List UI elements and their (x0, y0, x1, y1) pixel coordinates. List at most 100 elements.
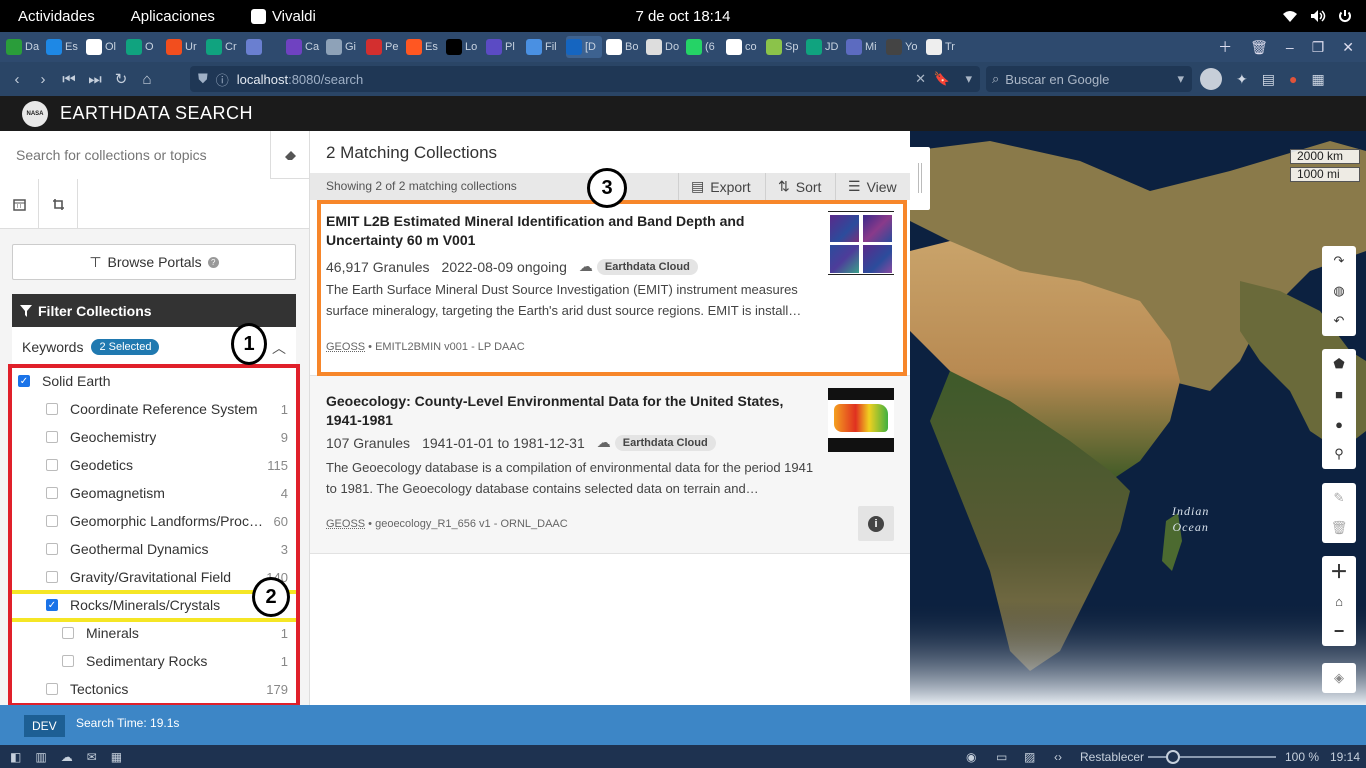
sort-button[interactable]: ⇅ Sort (765, 173, 833, 200)
browser-tab[interactable]: Es (406, 36, 442, 58)
fastforward-button[interactable]: ⏭ (82, 71, 108, 88)
web-search-placeholder: Buscar en Google (1005, 71, 1110, 87)
collection-info-button[interactable]: i (858, 506, 894, 541)
map-layers-button[interactable]: ◈ (1322, 663, 1356, 693)
browser-tab[interactable]: O (126, 36, 162, 58)
browser-tab[interactable]: [D (566, 36, 602, 58)
translate-icon[interactable]: ✕ (915, 71, 926, 87)
browser-tab[interactable]: Gi (326, 36, 362, 58)
active-app-menu[interactable]: Vivaldi (233, 8, 334, 25)
home-button[interactable]: ⌂ (134, 71, 160, 88)
panel-toggle-icon[interactable]: ◧ (10, 750, 21, 764)
map-pin-icon[interactable]: ⚲ (1322, 439, 1356, 469)
web-search-field[interactable]: ⌕ Buscar en Google ▾ (986, 66, 1192, 92)
tab-label: co (745, 41, 757, 53)
browser-tab[interactable]: Pl (486, 36, 522, 58)
trash-icon[interactable]: 🗑 (1322, 513, 1356, 543)
zoom-out-button[interactable]: − (1322, 616, 1356, 646)
view-button[interactable]: ☰ View (835, 173, 910, 200)
zoom-slider-handle[interactable] (1166, 750, 1180, 764)
minimize-button[interactable]: – (1286, 39, 1294, 55)
app-brand[interactable]: EARTHDATA SEARCH (60, 103, 253, 124)
puzzle-icon[interactable]: ▦ (1311, 71, 1324, 88)
maximize-button[interactable]: ❐ (1312, 39, 1325, 56)
browser-tab[interactable]: Lo (446, 36, 482, 58)
spatial-filter-button[interactable] (39, 179, 78, 229)
url-bar[interactable]: ⛊ ⓘ localhost:8080/search ✕ 🔖 ▾ (190, 66, 980, 92)
help-icon[interactable]: ? (207, 256, 219, 268)
collection-title[interactable]: Geoecology: County-Level Environmental D… (326, 392, 786, 430)
rectangle-icon[interactable]: ■ (1322, 379, 1356, 409)
record-icon[interactable]: ● (1289, 71, 1297, 87)
browser-tab[interactable]: Do (646, 36, 682, 58)
collection-search-input[interactable] (0, 131, 270, 179)
extension-icon[interactable]: ✦ (1236, 71, 1248, 88)
browser-tab[interactable]: Ol (86, 36, 122, 58)
arctic-projection-icon[interactable]: ↷ (1322, 246, 1356, 276)
browser-tab[interactable]: Es (46, 36, 82, 58)
clipboard-icon[interactable]: ▤ (1262, 71, 1275, 88)
image-icon[interactable]: ▨ (1024, 750, 1035, 764)
clear-search-button[interactable] (270, 131, 309, 179)
browser-tab[interactable]: (6 (686, 36, 722, 58)
browser-tab[interactable]: JD (806, 36, 842, 58)
vivaldi-icon (250, 8, 266, 24)
nasa-logo[interactable]: NASA (22, 100, 48, 127)
chevron-up-icon[interactable]: ︿ (272, 338, 286, 358)
system-tray[interactable] (1282, 0, 1352, 32)
trash-icon[interactable]: 🗑 (1250, 39, 1268, 56)
polygon-icon[interactable]: ⬟ (1322, 349, 1356, 379)
map[interactable]: 2000 km 1000 mi ↷ ◍ ↶ ⬟ ■ ● ⚲ ✎ 🗑 ＋ ⌂ − … (910, 131, 1366, 705)
antarctic-projection-icon[interactable]: ↶ (1322, 306, 1356, 336)
edit-icon[interactable]: ✎ (1322, 483, 1356, 513)
globe-icon[interactable]: ◍ (1322, 276, 1356, 306)
browser-tab[interactable]: Yo (886, 36, 922, 58)
mail-icon[interactable]: ✉ (87, 750, 97, 764)
applications-menu[interactable]: Aplicaciones (113, 8, 233, 25)
profile-avatar[interactable] (1200, 68, 1222, 90)
camera-icon[interactable]: ◉ (966, 750, 976, 764)
close-window-button[interactable]: ✕ (1342, 39, 1354, 56)
panel-resize-handle[interactable] (910, 147, 930, 210)
map-zoom-tools: ＋ ⌂ − (1322, 556, 1356, 646)
sync-icon[interactable]: ☁ (61, 750, 73, 764)
circle-icon[interactable]: ● (1322, 409, 1356, 439)
rewind-button[interactable]: ⏮ (56, 71, 82, 88)
browser-tab[interactable]: Bo (606, 36, 642, 58)
browser-tab[interactable]: Mi (846, 36, 882, 58)
home-icon[interactable]: ⌂ (1322, 586, 1356, 616)
browser-tab[interactable]: Da (6, 36, 42, 58)
browser-tab[interactable]: Fil (526, 36, 562, 58)
reload-button[interactable]: ↻ (108, 70, 134, 88)
activities-button[interactable]: Actividades (0, 8, 113, 25)
add-tab-button[interactable]: ＋ (1218, 37, 1232, 57)
browser-tab[interactable]: Ur (166, 36, 202, 58)
calendar-icon[interactable]: ▦ (111, 750, 122, 764)
browser-tab[interactable]: Sp (766, 36, 802, 58)
browser-tab[interactable]: Tr (926, 36, 962, 58)
browser-tab[interactable]: Pe (366, 36, 402, 58)
browse-portals-button[interactable]: ⊤ Browse Portals ? (12, 244, 296, 280)
zoom-in-button[interactable]: ＋ (1322, 556, 1356, 586)
forward-button[interactable]: › (30, 71, 56, 88)
tab-favicon-icon (406, 39, 422, 55)
sitemap-icon: ⊤ (89, 253, 102, 270)
zoom-slider[interactable] (1148, 750, 1276, 764)
chevron-down-icon[interactable]: ▾ (1177, 71, 1184, 87)
collection-result-card[interactable]: Geoecology: County-Level Environmental D… (310, 376, 910, 554)
tab-bar: Da Es Ol O Ur Cr Ca Gi Pe Es Lo Pl Fil [D Bo Do (6 co Sp JD… (0, 32, 1366, 62)
window-icon[interactable]: ▭ (996, 750, 1007, 764)
code-icon[interactable]: ‹› (1054, 750, 1062, 764)
browser-tab[interactable]: Cr (206, 36, 242, 58)
browser-tab[interactable]: Ca (286, 36, 322, 58)
export-button[interactable]: ▤ Export (678, 173, 763, 200)
reset-zoom-button[interactable]: Restablecer (1080, 750, 1144, 764)
back-button[interactable]: ‹ (4, 71, 30, 88)
tab-favicon-icon (126, 39, 142, 55)
bookmark-icon[interactable]: 🔖 (934, 71, 950, 87)
temporal-filter-button[interactable] (0, 179, 39, 229)
tile-icon[interactable]: ▥ (35, 750, 46, 764)
browser-tab[interactable] (246, 36, 282, 58)
browser-tab[interactable]: co (726, 36, 762, 58)
chevron-down-icon[interactable]: ▾ (965, 71, 972, 87)
